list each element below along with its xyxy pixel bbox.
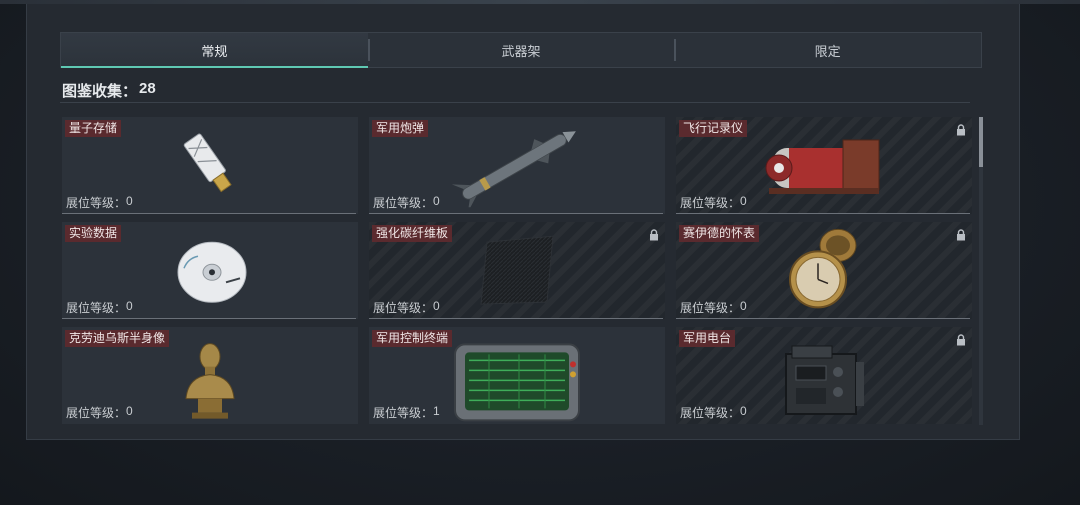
item-card-military-control-terminal[interactable]: 军用控制终端 展位等级： 1	[369, 327, 665, 424]
item-name: 实验数据	[65, 225, 122, 242]
item-level: 展位等级： 1	[373, 404, 440, 420]
item-level: 展位等级： 0	[680, 194, 747, 210]
item-card-experiment-data[interactable]: 实验数据 展位等级： 0	[62, 222, 358, 319]
collection-label: 图鉴收集：	[62, 83, 138, 100]
item-name: 赛伊德的怀表	[679, 225, 760, 242]
disc-icon	[168, 228, 252, 317]
category-tabs: 常规 武器架 限定	[60, 32, 982, 68]
item-level: 展位等级： 0	[66, 194, 133, 210]
flight-recorder-icon	[759, 130, 889, 205]
collection-count: 图鉴收集： 28	[62, 80, 156, 101]
card-underline	[369, 213, 663, 214]
item-name: 军用控制终端	[372, 330, 453, 347]
item-card-flight-recorder[interactable]: 飞行记录仪 展位等级： 0	[676, 117, 972, 214]
item-level: 展位等级： 0	[66, 404, 133, 420]
lock-icon	[957, 229, 965, 241]
item-card-pocket-watch[interactable]: 赛伊德的怀表 展位等级： 0	[676, 222, 972, 319]
item-level: 展位等级： 0	[373, 194, 440, 210]
item-level: 展位等级： 0	[680, 404, 747, 420]
card-underline	[676, 318, 970, 319]
missile-icon	[447, 123, 587, 212]
card-underline	[62, 213, 356, 214]
item-name: 量子存储	[65, 120, 122, 137]
item-card-carbon-fiber-plate[interactable]: 强化碳纤维板 展位等级： 0	[369, 222, 665, 319]
radio-icon	[774, 342, 874, 425]
tab-regular[interactable]: 常规	[61, 33, 368, 68]
item-name: 飞行记录仪	[679, 120, 748, 137]
usb-drive-icon	[170, 125, 250, 210]
lock-icon	[957, 334, 965, 346]
divider	[60, 102, 970, 103]
collection-number: 28	[139, 80, 156, 97]
pocket-watch-icon	[782, 225, 866, 319]
scrollbar-thumb[interactable]	[979, 117, 983, 167]
item-card-military-radio[interactable]: 军用电台 展位等级： 0	[676, 327, 972, 424]
collection-panel: 常规 武器架 限定 图鉴收集： 28 量子存储 展位等级： 0 军用炮弹 展位等…	[26, 4, 1020, 440]
card-underline	[62, 318, 356, 319]
item-level: 展位等级： 0	[66, 299, 133, 315]
control-terminal-icon	[449, 340, 585, 424]
item-card-military-shell[interactable]: 军用炮弹 展位等级： 0	[369, 117, 665, 214]
carbon-plate-icon	[475, 232, 559, 313]
lock-icon	[650, 229, 658, 241]
item-name: 强化碳纤维板	[372, 225, 453, 242]
item-name: 克劳迪乌斯半身像	[65, 330, 170, 347]
tab-weapon-rack[interactable]: 武器架	[367, 33, 675, 67]
item-card-claudius-bust[interactable]: 克劳迪乌斯半身像 展位等级： 0	[62, 327, 358, 424]
item-name: 军用炮弹	[372, 120, 429, 137]
item-level: 展位等级： 0	[680, 299, 747, 315]
card-underline	[676, 213, 970, 214]
card-underline	[369, 318, 663, 319]
bust-icon	[180, 338, 240, 424]
item-grid: 量子存储 展位等级： 0 军用炮弹 展位等级： 0 飞行记录仪 展位等级： 0 …	[62, 117, 972, 425]
item-level: 展位等级： 0	[373, 299, 440, 315]
item-card-quantum-storage[interactable]: 量子存储 展位等级： 0	[62, 117, 358, 214]
tab-limited[interactable]: 限定	[674, 33, 981, 67]
item-name: 军用电台	[679, 330, 736, 347]
lock-icon	[957, 124, 965, 136]
